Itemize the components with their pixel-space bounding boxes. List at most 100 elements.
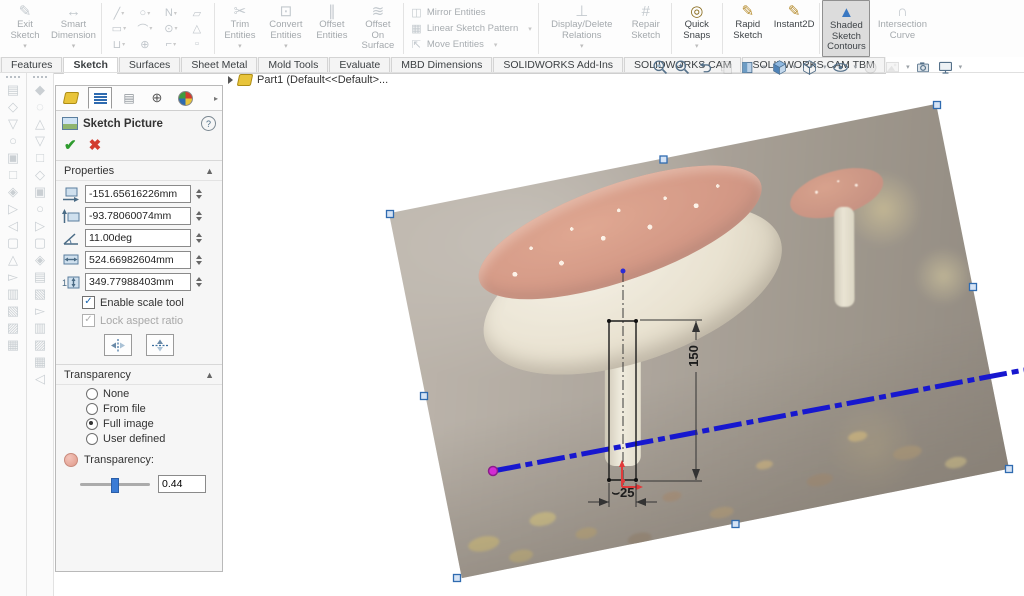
chevron-down-icon[interactable]: ▾ [854,63,858,71]
y-position-input[interactable] [85,207,191,225]
tab-surfaces[interactable]: Surfaces [119,57,180,73]
toolbar-icon[interactable]: ▢ [7,235,19,252]
toolbar-icon[interactable]: ▧ [7,303,19,320]
toolbar-icon[interactable]: ▷ [35,218,45,235]
toolbar-icon[interactable]: ▽ [35,133,45,150]
display-delete-relations-button[interactable]: ⊥ Display/Delete Relations ▾ [541,0,623,57]
toolbar-icon[interactable]: ▣ [7,150,19,167]
chevron-down-icon[interactable]: ▾ [238,42,242,53]
tab-property-manager[interactable] [88,87,112,109]
hide-show-items-icon[interactable] [832,59,849,76]
exit-sketch-button[interactable]: ✎ Exit Sketch ▾ [2,0,48,57]
toolbar-icon[interactable]: □ [36,150,44,167]
linear-sketch-pattern-button[interactable]: ▦ Linear Sketch Pattern ▾ [410,22,532,36]
enable-scale-tool-row[interactable]: ✓ Enable scale tool [82,296,216,309]
trim-entities-button[interactable]: ✂ Trim Entities ▾ [217,0,263,57]
toolbar-icon[interactable]: ◆ [35,82,45,99]
toolbar-icon[interactable]: ▧ [34,286,46,303]
chevron-down-icon[interactable]: ▾ [23,42,27,53]
height-spinner[interactable] [196,277,202,287]
tab-mbd-dimensions[interactable]: MBD Dimensions [391,57,492,73]
toolbar-icon[interactable]: ▻ [8,269,18,286]
radio-icon[interactable] [86,433,98,445]
chevron-down-icon[interactable]: ▾ [580,42,584,53]
tab-evaluate[interactable]: Evaluate [329,57,390,73]
point-tool-icon[interactable]: ⊕ [133,38,157,51]
properties-section-header[interactable]: Properties ▲ [56,161,222,181]
view-settings-icon[interactable] [915,59,932,76]
flip-vertical-button[interactable] [146,334,174,356]
chevron-down-icon[interactable]: ▾ [72,42,76,53]
collapse-chevron-icon[interactable]: ▲ [205,166,214,176]
toolbar-icon[interactable]: ▤ [34,269,46,286]
slot-tool-icon[interactable]: ⊔▾ [107,38,131,51]
height-input[interactable] [85,273,191,291]
x-position-input[interactable] [85,185,191,203]
chevron-down-icon[interactable]: ▾ [959,63,963,71]
toolbar-icon[interactable]: △ [35,116,45,133]
zoom-fit-icon[interactable] [652,59,669,76]
toolbar-icon[interactable]: ◇ [35,167,45,184]
toolbar-icon[interactable]: □ [9,167,17,184]
chevron-down-icon[interactable]: ▾ [695,42,699,53]
tab-solidworks-add-ins[interactable]: SOLIDWORKS Add-Ins [493,57,623,73]
instant2d-button[interactable]: ✎ Instant2D [771,0,818,57]
transparency-from-file-option[interactable]: From file [86,403,216,415]
line-tool-icon[interactable]: ╱▾ [107,7,131,20]
width-input[interactable] [85,251,191,269]
display-style-icon[interactable] [801,59,818,76]
toolbar-icon[interactable]: ○ [36,201,44,218]
toolbar-grip[interactable] [33,76,47,78]
enable-scale-tool-checkbox[interactable]: ✓ [82,296,95,309]
transparency-none-option[interactable]: None [86,388,216,400]
ellipse-tool-icon[interactable]: ⊙▾ [159,22,183,35]
chevron-down-icon[interactable]: ▾ [793,63,797,71]
transparency-full-image-option[interactable]: Full image [86,418,216,430]
toolbar-icon[interactable]: ▣ [34,184,46,201]
transparency-slider[interactable] [80,483,150,486]
toolbar-icon[interactable]: ▥ [7,286,19,303]
convert-entities-button[interactable]: ⊡ Convert Entities ▾ [263,0,309,57]
view-orientation-icon[interactable] [771,59,788,76]
chevron-down-icon[interactable]: ▾ [494,41,498,49]
full-screen-icon[interactable] [937,59,954,76]
text-tool-icon[interactable]: △ [185,22,209,35]
tab-mold-tools[interactable]: Mold Tools [258,57,328,73]
tab-sheet-metal[interactable]: Sheet Metal [181,57,257,73]
radio-icon[interactable] [86,403,98,415]
small-tool-icon[interactable]: ▫ [185,38,209,50]
tab-feature-manager[interactable] [60,88,82,108]
toolbar-icon[interactable]: ◌ [36,99,44,116]
chevron-down-icon[interactable]: ▾ [528,25,532,33]
toolbar-icon[interactable]: ◈ [8,184,18,201]
offset-on-surface-button[interactable]: ≋ Offset On Surface [355,0,401,57]
smart-dimension-button[interactable]: ↔ Smart Dimension ▾ [48,0,99,57]
flip-horizontal-button[interactable] [104,334,132,356]
tab-display-manager[interactable] [174,88,196,108]
tab-features[interactable]: Features [1,57,62,73]
toolbar-icon[interactable]: ○ [9,133,17,150]
zoom-area-icon[interactable] [674,59,691,76]
plane-tool-icon[interactable]: ▱ [185,7,209,20]
mirror-entities-button[interactable]: ◫ Mirror Entities [410,6,532,20]
shaded-sketch-contours-button[interactable]: ▲ Shaded Sketch Contours [822,0,870,57]
radio-icon-selected[interactable] [86,418,98,430]
help-icon[interactable]: ? [201,116,216,131]
toolbar-icon[interactable]: ◇ [8,99,18,116]
tab-dimxpert-manager[interactable]: ⊕ [146,88,168,108]
feature-tree-flyout[interactable]: Part1 (Default<<Default>... [228,74,388,86]
radio-icon[interactable] [86,388,98,400]
offset-entities-button[interactable]: ∥ Offset Entities [309,0,355,57]
x-position-spinner[interactable] [196,189,202,199]
cancel-button[interactable]: ✖ [89,136,102,154]
transparency-color-icon[interactable] [64,453,78,467]
flyout-arrow-icon[interactable] [228,76,233,84]
toolbar-icon[interactable]: ▦ [34,354,46,371]
toolbar-icon[interactable]: ◁ [35,371,45,388]
confirm-button[interactable]: ✔ [64,136,77,154]
transparency-section-header[interactable]: Transparency ▲ [56,364,222,385]
previous-view-icon[interactable] [696,59,713,76]
width-spinner[interactable] [196,255,202,265]
section-view-icon[interactable] [740,59,757,76]
sketch-picture-image[interactable] [389,104,1009,578]
